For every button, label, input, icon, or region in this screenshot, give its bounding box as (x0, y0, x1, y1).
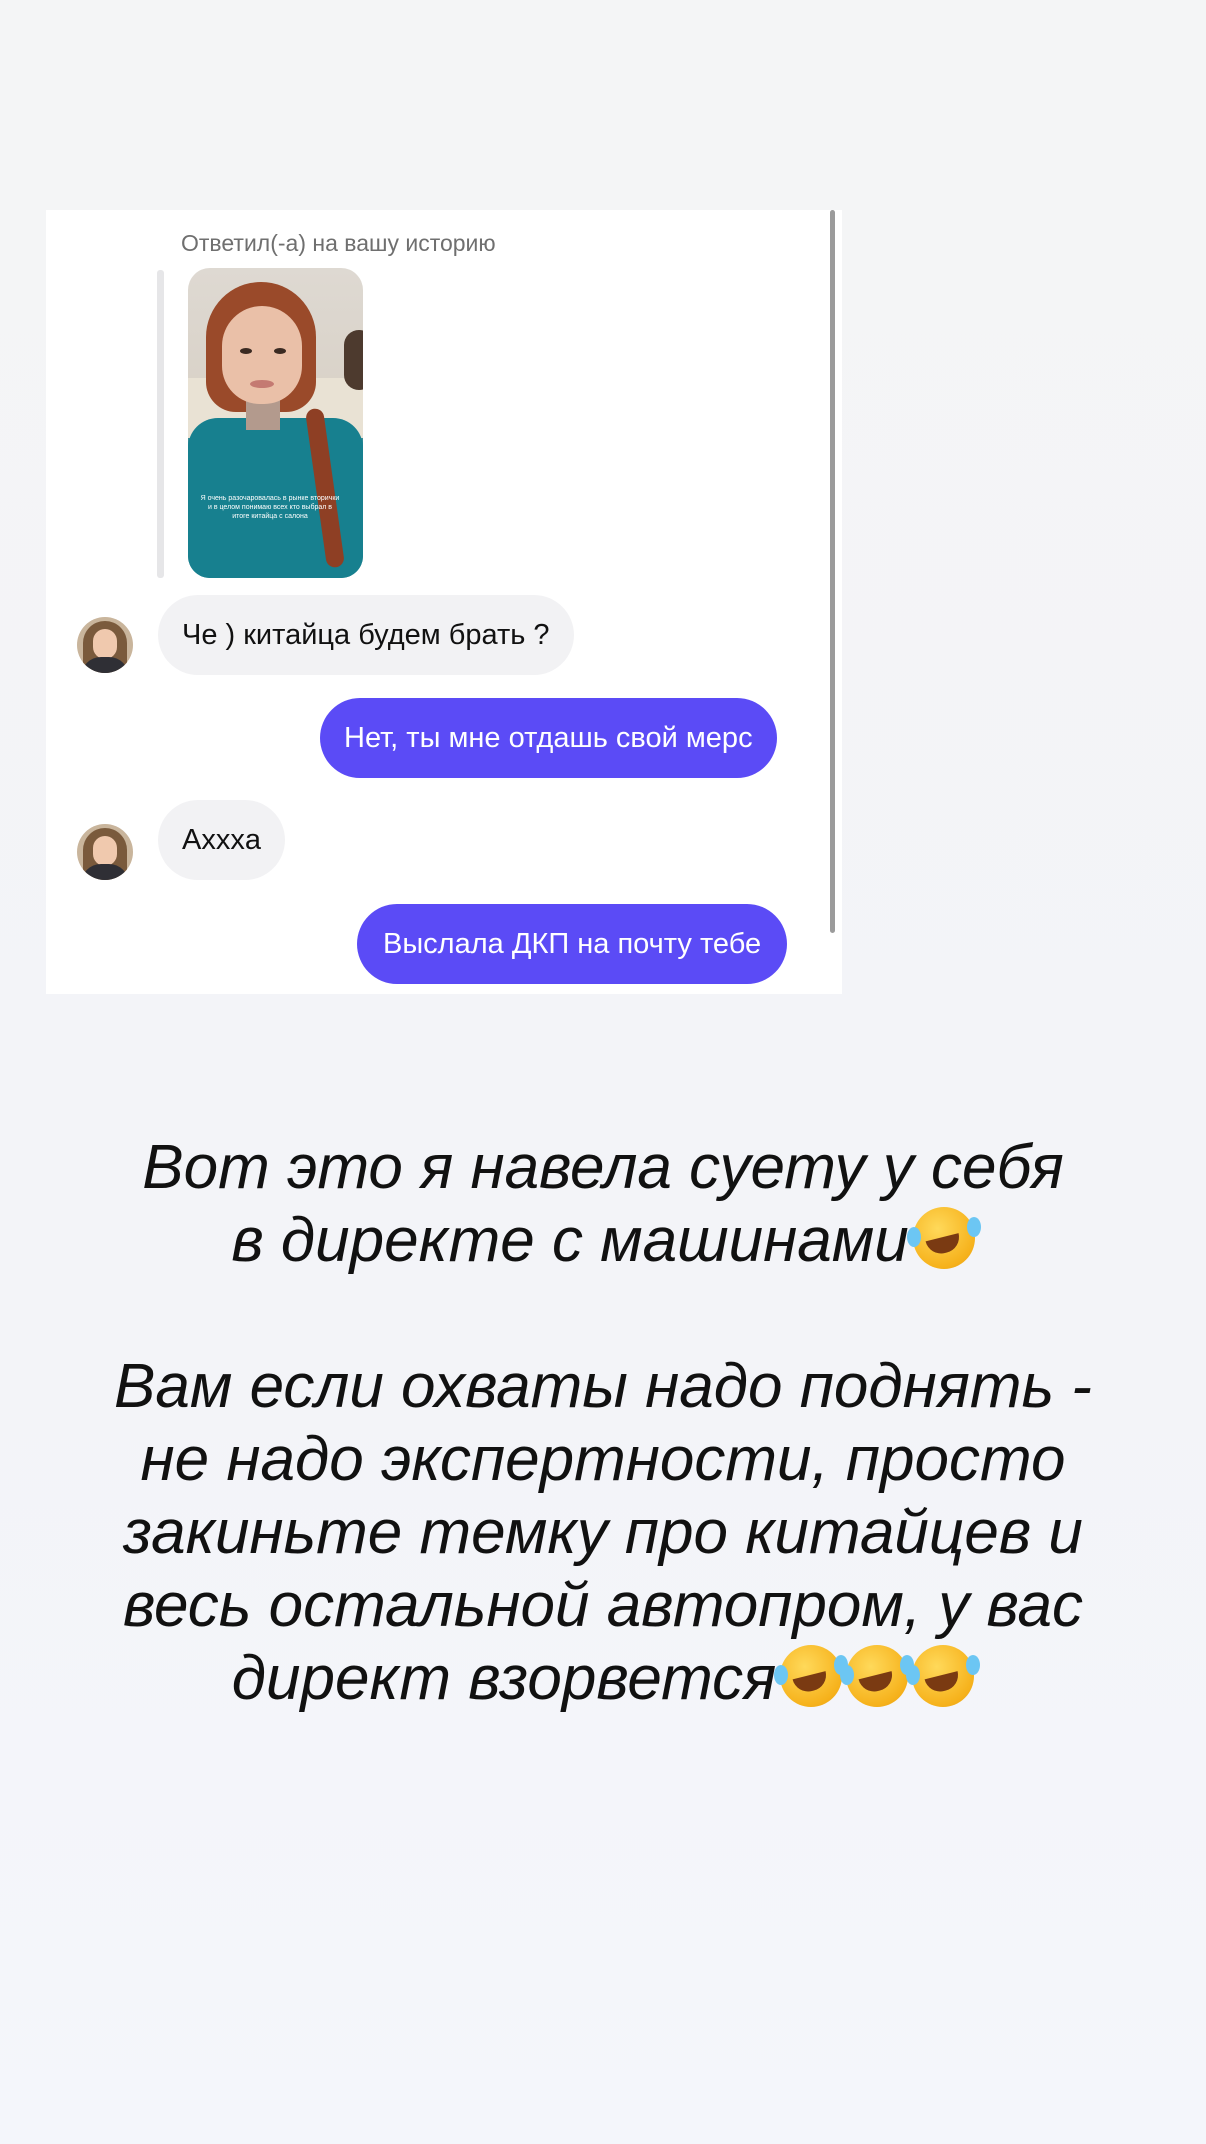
story-neck (246, 400, 280, 430)
story-lips (250, 380, 274, 388)
story-thumbnail[interactable]: Я очень разочаровалась в рынке вторички … (188, 268, 363, 578)
avatar-face (93, 836, 117, 866)
rolling-laughing-emoji-icon (906, 1645, 975, 1707)
story-eye-right (274, 348, 286, 354)
story-overlay-caption: Я очень разочаровалась в рынке вторички … (200, 495, 340, 520)
rolling-laughing-emoji-icon (774, 1645, 843, 1707)
story-face (222, 306, 302, 404)
sender-avatar[interactable] (77, 617, 133, 673)
message-bubble-incoming[interactable]: Че ) китайца будем брать ? (158, 595, 574, 675)
story-eye-left (240, 348, 252, 354)
sender-avatar[interactable] (77, 824, 133, 880)
rolling-laughing-emoji-icon (840, 1645, 909, 1707)
message-bubble-outgoing[interactable]: Выслала ДКП на почту тебе (357, 904, 788, 984)
avatar-face (93, 629, 117, 659)
story-text-line2: Вам если охваты надо поднять - не надо э… (90, 1350, 1116, 1715)
message-bubble-incoming[interactable]: Ахххa (158, 800, 285, 880)
story-reply-caption: Ответил(-а) на вашу историю (181, 230, 496, 256)
message-bubble-outgoing[interactable]: Нет, ты мне отдашь свой мерс (320, 698, 777, 778)
rolling-laughing-emoji-icon (906, 1207, 975, 1269)
chat-scrollbar[interactable] (830, 210, 835, 933)
story-child (344, 330, 363, 390)
story-text-line1: Вот это я навела суету у себя в директе … (90, 1131, 1116, 1277)
story-quote-line (157, 270, 164, 578)
